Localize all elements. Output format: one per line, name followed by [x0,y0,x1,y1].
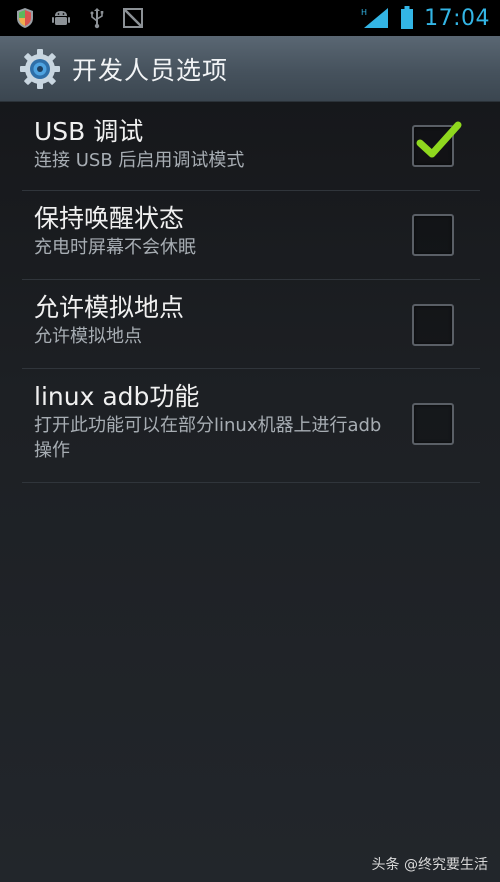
page-title: 开发人员选项 [72,55,229,85]
settings-gear-icon[interactable] [18,47,62,91]
android-icon [50,7,72,29]
shield-icon [14,7,36,29]
stay-awake-checkbox[interactable] [412,214,454,256]
pref-usb-debugging[interactable]: USB 调试 连接 USB 后启用调试模式 [22,102,480,191]
checkmark-icon [416,121,462,158]
pref-linux-adb[interactable]: linux adb功能 打开此功能可以在部分linux机器上进行adb操作 [22,369,480,483]
usb-debugging-checkbox[interactable] [412,121,462,167]
status-left-icons [14,7,144,29]
signal-icon: H [360,7,390,29]
pref-summary: 连接 USB 后启用调试模式 [34,150,245,171]
pref-summary: 允许模拟地点 [34,326,142,347]
no-sim-icon [122,7,144,29]
pref-mock-location[interactable]: 允许模拟地点 允许模拟地点 [22,280,480,369]
network-type-label: H [361,8,367,17]
mock-location-checkbox[interactable] [412,304,454,346]
status-right-icons: H 17:04 [360,6,490,31]
pref-stay-awake[interactable]: 保持唤醒状态 充电时屏幕不会休眠 [22,191,480,280]
linux-adb-checkbox[interactable] [412,403,454,445]
usb-icon [86,7,108,29]
watermark: 头条 @终究要生活 [371,857,488,873]
status-bar: H 17:04 [0,0,500,36]
pref-title: USB 调试 [34,117,144,146]
pref-title: linux adb功能 [34,382,200,411]
battery-icon [400,6,414,29]
pref-summary: 充电时屏幕不会休眠 [34,237,196,258]
preference-list: USB 调试 连接 USB 后启用调试模式 保持唤醒状态 充电时屏幕不会休眠 允… [22,102,480,483]
pref-summary: 打开此功能可以在部分linux机器上进行adb操作 [34,415,382,461]
action-bar: 开发人员选项 [0,36,500,102]
pref-title: 保持唤醒状态 [34,204,185,233]
status-clock: 17:04 [424,5,490,31]
pref-title: 允许模拟地点 [34,293,185,322]
